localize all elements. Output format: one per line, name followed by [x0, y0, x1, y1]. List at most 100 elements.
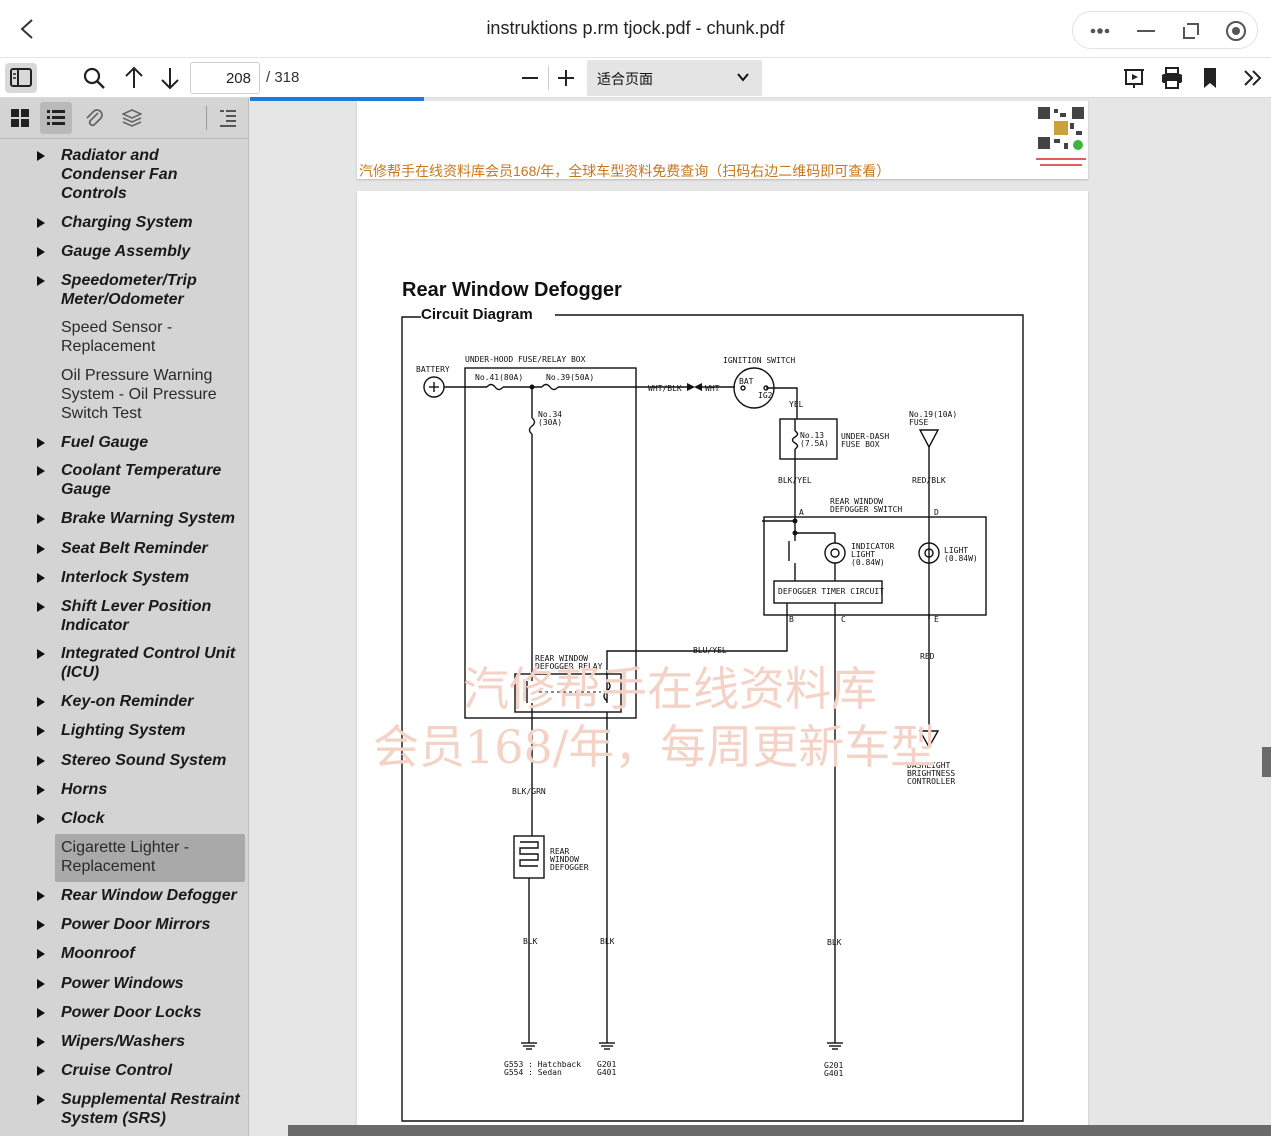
outline-item[interactable]: Cigarette Lighter - Replacement: [0, 838, 249, 878]
qr-code-icon: [1034, 103, 1088, 166]
expand-triangle-icon[interactable]: [37, 979, 45, 989]
print-button[interactable]: [1158, 64, 1186, 92]
expand-triangle-icon[interactable]: [37, 276, 45, 286]
outline-item[interactable]: Key-on Reminder: [0, 692, 249, 712]
expand-triangle-icon[interactable]: [37, 891, 45, 901]
outline-item[interactable]: Horns: [0, 780, 249, 800]
label-red: RED: [920, 652, 935, 661]
expand-triangle-icon[interactable]: [37, 814, 45, 824]
label-ignition-switch: IGNITION SWITCH: [723, 356, 796, 365]
tab-attachments[interactable]: [78, 102, 110, 134]
expand-triangle-icon[interactable]: [37, 466, 45, 476]
tab-outline[interactable]: [40, 102, 72, 134]
expand-triangle-icon[interactable]: [37, 756, 45, 766]
label-blk1: BLK: [523, 937, 538, 946]
outline-item[interactable]: Rear Window Defogger: [0, 886, 249, 906]
plus-icon: [558, 70, 574, 86]
arrow-up-icon: [125, 66, 143, 88]
arrow-down-icon: [161, 68, 179, 90]
label-g401a: G401: [597, 1068, 617, 1077]
horizontal-scrollbar[interactable]: [288, 1125, 1271, 1136]
expand-triangle-icon[interactable]: [37, 649, 45, 659]
page-number-input[interactable]: [190, 62, 260, 94]
outline-options-button[interactable]: [212, 102, 244, 134]
tab-thumbnails[interactable]: [4, 102, 36, 134]
outline-item[interactable]: Radiator and Condenser Fan Controls: [0, 146, 249, 204]
label-light2: (0.84W): [944, 554, 978, 563]
ad-banner-text: 汽修帮手在线资料库会员168/年，全球车型资料免费查询（扫码右边二维码即可查看）: [359, 163, 891, 179]
more-button[interactable]: [1087, 18, 1113, 44]
expand-triangle-icon[interactable]: [37, 438, 45, 448]
expand-triangle-icon[interactable]: [37, 697, 45, 707]
outline-item-label: Supplemental Restraint System (SRS): [61, 1091, 240, 1127]
outline-item[interactable]: Clock: [0, 809, 249, 829]
zoom-out-button[interactable]: [516, 64, 544, 92]
outline-item-label: Cruise Control: [61, 1062, 173, 1079]
sidebar-toggle-button[interactable]: [5, 63, 37, 93]
zoom-in-button[interactable]: [552, 64, 580, 92]
label-whtblk: WHT/BLK: [648, 384, 682, 393]
expand-triangle-icon[interactable]: [37, 949, 45, 959]
expand-triangle-icon[interactable]: [37, 785, 45, 795]
outline-item-label: Shift Lever Position Indicator: [61, 598, 212, 634]
minimize-icon: [1137, 30, 1155, 32]
outline-item[interactable]: Speedometer/Trip Meter/Odometer: [0, 271, 249, 311]
outline-item[interactable]: Interlock System: [0, 568, 249, 588]
expand-triangle-icon[interactable]: [37, 726, 45, 736]
expand-triangle-icon[interactable]: [37, 1037, 45, 1047]
close-button[interactable]: [1223, 18, 1249, 44]
outline-item-label: Rear Window Defogger: [61, 887, 237, 904]
expand-triangle-icon[interactable]: [37, 151, 45, 161]
outline-item[interactable]: Stereo Sound System: [0, 751, 249, 771]
outline-item-label: Power Door Locks: [61, 1004, 202, 1021]
presentation-button[interactable]: [1120, 64, 1148, 92]
outline-item[interactable]: Speed Sensor - Replacement: [0, 318, 249, 358]
outline-item[interactable]: Cruise Control: [0, 1061, 249, 1081]
previous-page-button[interactable]: [120, 64, 148, 92]
outline-item-label: Power Windows: [61, 975, 184, 992]
label-blk2: BLK: [600, 937, 615, 946]
outline-item[interactable]: Fuel Gauge: [0, 433, 249, 453]
expand-triangle-icon[interactable]: [37, 920, 45, 930]
outline-item[interactable]: Charging System: [0, 213, 249, 233]
label-pin-d: D: [934, 508, 939, 517]
outline-item[interactable]: Shift Lever Position Indicator: [0, 597, 249, 637]
minimize-button[interactable]: [1133, 18, 1159, 44]
outline-item[interactable]: Coolant Temperature Gauge: [0, 461, 249, 501]
expand-triangle-icon[interactable]: [37, 1066, 45, 1076]
expand-triangle-icon[interactable]: [37, 1095, 45, 1105]
expand-triangle-icon[interactable]: [37, 247, 45, 257]
restore-button[interactable]: [1178, 18, 1204, 44]
watermark-line1: 汽修帮手在线资料库: [463, 662, 877, 716]
outline-item[interactable]: Power Door Locks: [0, 1003, 249, 1023]
expand-triangle-icon[interactable]: [37, 544, 45, 554]
expand-triangle-icon[interactable]: [37, 573, 45, 583]
next-page-button[interactable]: [156, 64, 184, 92]
expand-triangle-icon[interactable]: [37, 1008, 45, 1018]
outline-item[interactable]: Seat Belt Reminder: [0, 539, 249, 559]
search-button[interactable]: [80, 64, 108, 92]
outline-item[interactable]: Integrated Control Unit (ICU): [0, 644, 249, 684]
document-view[interactable]: 汽修帮手在线资料库会员168/年，全球车型资料免费查询（扫码右边二维码即可查看）: [250, 101, 1271, 1136]
outline-item[interactable]: Oil Pressure Warning System - Oil Pressu…: [0, 366, 249, 424]
more-tools-button[interactable]: [1239, 64, 1267, 92]
expand-triangle-icon[interactable]: [37, 602, 45, 612]
outline-item-label: Wipers/Washers: [61, 1033, 186, 1050]
expand-triangle-icon[interactable]: [37, 514, 45, 524]
outline-item[interactable]: Power Windows: [0, 974, 249, 994]
bookmark-button[interactable]: [1196, 64, 1224, 92]
outline-item[interactable]: Supplemental Restraint System (SRS): [0, 1090, 249, 1130]
zoom-select[interactable]: 适合页面: [587, 60, 762, 96]
vertical-scrollbar-thumb[interactable]: [1262, 747, 1271, 777]
outline-item[interactable]: Moonroof: [0, 944, 249, 964]
outline-item[interactable]: Wipers/Washers: [0, 1032, 249, 1052]
printer-icon: [1162, 67, 1182, 89]
tab-layers[interactable]: [116, 102, 148, 134]
window-controls: [1072, 11, 1258, 49]
search-icon: [83, 67, 105, 89]
outline-item[interactable]: Power Door Mirrors: [0, 915, 249, 935]
expand-triangle-icon[interactable]: [37, 218, 45, 228]
outline-item[interactable]: Gauge Assembly: [0, 242, 249, 262]
outline-item[interactable]: Brake Warning System: [0, 509, 249, 529]
outline-item[interactable]: Lighting System: [0, 721, 249, 741]
